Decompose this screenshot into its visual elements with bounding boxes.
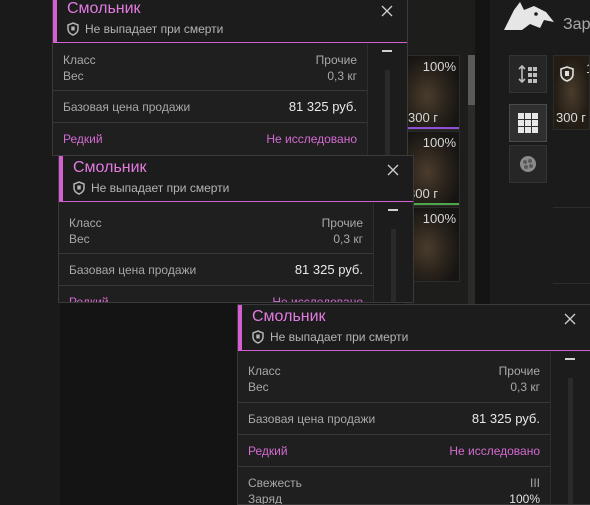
collapse-icon[interactable]: [565, 358, 575, 360]
close-icon[interactable]: [387, 164, 399, 176]
price-value: 81 325 руб.: [294, 262, 363, 277]
grid-view-button[interactable]: [509, 104, 547, 142]
stat-label: Свежесть: [248, 476, 302, 490]
stat-value: III: [529, 476, 540, 490]
stat-label: Класс: [63, 53, 96, 67]
inventory-cell[interactable]: 100% 300 г: [405, 55, 460, 130]
item-subtitle: Не выпадает при смерти: [270, 330, 409, 344]
grid-divider: [553, 207, 590, 208]
shield-icon: [560, 66, 574, 82]
close-icon[interactable]: [564, 313, 576, 325]
sort-icon: [518, 64, 537, 84]
stat-label: Заряд: [248, 492, 282, 505]
item-weight: 300 г: [556, 110, 587, 125]
collapse-icon[interactable]: [388, 209, 398, 211]
stat-row-freshness: Свежесть III: [238, 476, 590, 492]
stat-label: Вес: [248, 380, 269, 394]
price-value: 81 325 руб.: [288, 99, 357, 114]
background-left-panel: [0, 0, 60, 505]
item-count: 1: [586, 61, 589, 76]
close-icon[interactable]: [381, 5, 393, 17]
stat-row-charge: Заряд 100%: [238, 492, 590, 505]
stat-value: 100%: [509, 492, 540, 505]
tooltip-header: Смольник Не выпадает при смерти: [53, 0, 407, 43]
durability-percent: 100%: [422, 211, 456, 226]
scroll-track[interactable]: [385, 70, 390, 155]
item-subtitle: Не выпадает при смерти: [91, 181, 230, 195]
item-tooltip: Смольник Не выпадает при смерти Класс Пр…: [58, 155, 414, 303]
rarity-label: Редкий: [63, 132, 103, 146]
stat-value: 0,3 кг: [510, 380, 540, 394]
tooltip-header: Смольник Не выпадает при смерти: [238, 305, 590, 351]
item-title: Смольник: [73, 159, 147, 176]
stat-value: 0,3 кг: [327, 69, 357, 83]
shield-icon: [67, 22, 79, 36]
tooltip-scrollbar[interactable]: [550, 352, 590, 504]
tooltip-body: Класс Прочие Вес 0,3 кг Базовая цена про…: [238, 351, 590, 505]
item-title: Смольник: [67, 0, 141, 17]
rarity-row: Редкий Не исследовано: [238, 435, 590, 466]
price-label: Базовая цена продажи: [248, 412, 376, 426]
stat-label: Класс: [69, 216, 102, 230]
stat-row-class: Класс Прочие: [59, 216, 413, 232]
tooltip-body: Класс Прочие Вес 0,3 кг Базовая цена про…: [59, 202, 413, 303]
stat-value: Прочие: [315, 53, 357, 67]
rarity-label: Редкий: [248, 444, 288, 458]
durability-percent: 100%: [422, 135, 456, 150]
research-status: Не исследовано: [449, 444, 540, 458]
shield-icon: [252, 330, 264, 344]
stat-row-weight: Вес 0,3 кг: [53, 69, 407, 85]
price-row: Базовая цена продажи 81 325 руб.: [59, 254, 413, 285]
price-label: Базовая цена продажи: [69, 263, 197, 277]
scroll-track[interactable]: [391, 229, 396, 302]
price-value: 81 325 руб.: [471, 411, 540, 426]
stat-label: Вес: [69, 232, 90, 246]
item-tooltip: Смольник Не выпадает при смерти Класс Пр…: [237, 304, 590, 505]
research-status: Не исследовано: [266, 132, 357, 146]
stat-value: Прочие: [321, 216, 363, 230]
tooltip-body: Класс Прочие Вес 0,3 кг Базовая цена про…: [53, 43, 407, 154]
item-weight: 300 г: [408, 110, 439, 125]
research-status: Не исследовано: [272, 295, 363, 303]
tooltip-header: Смольник Не выпадает при смерти: [59, 156, 413, 202]
shield-icon: [73, 181, 85, 195]
grid-view-icon: [518, 113, 538, 133]
grid-divider: [553, 283, 590, 284]
price-row: Базовая цена продажи 81 325 руб.: [53, 91, 407, 122]
inventory-cell-right[interactable]: 1 300 г: [553, 55, 590, 130]
items-icon: [520, 156, 536, 172]
price-row: Базовая цена продажи 81 325 руб.: [238, 403, 590, 434]
item-subtitle: Не выпадает при смерти: [85, 22, 224, 36]
tab-charge-label[interactable]: Зар: [563, 16, 590, 34]
stat-row-weight: Вес 0,3 кг: [238, 380, 590, 396]
sort-button[interactable]: [509, 55, 547, 93]
tooltip-scrollbar[interactable]: [367, 44, 407, 155]
durability-percent: 100%: [422, 59, 456, 74]
stat-row-class: Класс Прочие: [238, 364, 590, 380]
stat-value: Прочие: [498, 364, 540, 378]
rarity-row: Редкий Не исследовано: [53, 123, 407, 154]
scroll-track[interactable]: [568, 378, 573, 504]
stat-row-weight: Вес 0,3 кг: [59, 232, 413, 248]
quality-bar: [406, 127, 459, 129]
item-tooltip: Смольник Не выпадает при смерти Класс Пр…: [52, 0, 408, 156]
tooltip-scrollbar[interactable]: [373, 203, 413, 302]
scrollbar-thumb[interactable]: [468, 55, 475, 105]
stat-label: Класс: [248, 364, 281, 378]
inventory-scrollbar[interactable]: [468, 55, 475, 305]
rarity-row: Редкий Не исследовано: [59, 286, 413, 303]
collapse-icon[interactable]: [382, 50, 392, 52]
stat-row-class: Класс Прочие: [53, 53, 407, 69]
item-title: Смольник: [252, 308, 326, 325]
rarity-label: Редкий: [69, 295, 109, 303]
items-filter-button[interactable]: [509, 145, 547, 183]
price-label: Базовая цена продажи: [63, 100, 191, 114]
stat-value: 0,3 кг: [333, 232, 363, 246]
stat-label: Вес: [63, 69, 84, 83]
wolf-logo-icon: [504, 2, 554, 30]
